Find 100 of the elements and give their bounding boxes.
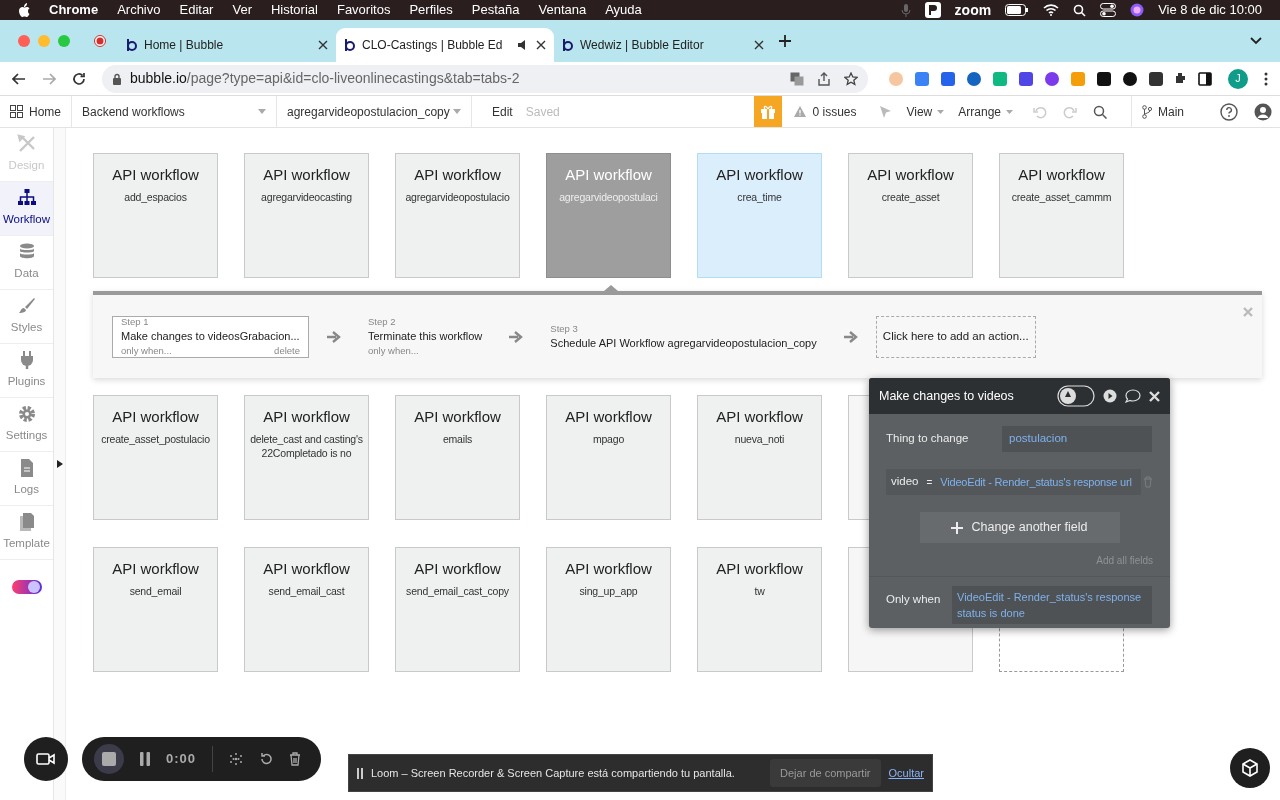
menu-item[interactable]: Favoritos bbox=[336, 0, 391, 20]
workflow-card[interactable]: API workflow sing_up_app bbox=[546, 547, 671, 672]
thing-field[interactable]: postulacion bbox=[1002, 426, 1152, 452]
share-icon[interactable] bbox=[818, 71, 831, 86]
clock[interactable]: Vie 8 de dic 10:00 bbox=[1158, 0, 1262, 20]
menu-item[interactable]: Archivo bbox=[117, 0, 161, 20]
side-panel-icon[interactable] bbox=[1198, 71, 1213, 86]
browser-tab[interactable]: Home | Bubble bbox=[118, 28, 336, 62]
help-button[interactable] bbox=[1230, 748, 1270, 788]
close-icon[interactable] bbox=[536, 40, 546, 50]
control-center-icon[interactable] bbox=[1100, 3, 1117, 17]
toggle-icon[interactable] bbox=[11, 579, 42, 595]
condition-link[interactable]: only when... bbox=[368, 344, 419, 359]
workflow-step[interactable]: Step 1 Make changes to videosGrabacion... only when... delete bbox=[112, 315, 309, 358]
battery-icon[interactable] bbox=[1005, 4, 1030, 16]
menu-item[interactable]: Chrome bbox=[49, 0, 99, 20]
field-assignment[interactable]: video = VideoEdit - Render_status's response url bbox=[886, 469, 1141, 495]
workflow-card[interactable]: API workflow agregarvideopostulacio bbox=[395, 153, 520, 278]
workflow-card[interactable]: API workflow emails bbox=[395, 395, 520, 520]
search-icon[interactable] bbox=[1073, 3, 1087, 17]
more-icon[interactable] bbox=[1264, 71, 1268, 86]
menu-item[interactable]: Editar bbox=[179, 0, 214, 20]
translate-icon[interactable] bbox=[790, 71, 805, 86]
stop-button[interactable] bbox=[94, 744, 124, 774]
pause-icon[interactable] bbox=[357, 767, 363, 779]
help-icon[interactable] bbox=[1220, 102, 1238, 121]
stop-sharing-button[interactable]: Dejar de compartir bbox=[770, 759, 881, 787]
browser-tab[interactable]: CLO-Castings | Bubble Ed bbox=[336, 28, 554, 62]
issues-button[interactable]: 0 issues bbox=[794, 102, 867, 121]
add-action-button[interactable]: Click here to add an action... bbox=[875, 315, 1036, 358]
workflow-type: API workflow bbox=[112, 559, 199, 579]
extension-icon[interactable] bbox=[1122, 70, 1139, 87]
save-status: Saved bbox=[525, 103, 560, 121]
close-icon[interactable] bbox=[754, 40, 764, 50]
workflow-card[interactable]: API workflow tw bbox=[697, 547, 822, 672]
new-tab-icon[interactable] bbox=[778, 34, 792, 48]
workflow-card[interactable]: API workflow crea_time bbox=[697, 153, 822, 278]
siri-icon[interactable] bbox=[1130, 3, 1145, 17]
arrange-menu[interactable]: Arrange bbox=[958, 102, 1013, 121]
extension-icon[interactable] bbox=[1148, 70, 1165, 87]
trash-icon[interactable] bbox=[289, 752, 302, 766]
extension-icon[interactable] bbox=[1096, 70, 1113, 87]
workflow-card[interactable]: API workflow nueva_noti bbox=[697, 395, 822, 520]
view-menu[interactable]: View bbox=[906, 102, 945, 121]
workflow-card[interactable]: API workflow mpago bbox=[546, 395, 671, 520]
edit-menu[interactable]: Edit bbox=[492, 102, 513, 121]
chevron-down-icon[interactable] bbox=[1250, 37, 1262, 45]
app-icon[interactable] bbox=[924, 2, 941, 18]
workflow-step[interactable]: Step 3 Schedule API Workflow agregarvideopostulacion_copy bbox=[541, 315, 826, 358]
record-tab-icon[interactable] bbox=[94, 35, 106, 47]
close-icon[interactable] bbox=[318, 40, 328, 50]
workflow-card[interactable]: API workflow send_email bbox=[93, 547, 218, 672]
workflow-card[interactable]: API workflow create_asset_cammm bbox=[999, 153, 1124, 278]
workflow-step[interactable]: Step 2 Terminate this workflow only when... bbox=[359, 315, 492, 358]
reload-icon[interactable] bbox=[72, 71, 86, 86]
menu-item[interactable]: Perfiles bbox=[409, 0, 453, 20]
microphone-icon[interactable] bbox=[900, 3, 911, 17]
plus-icon bbox=[951, 521, 964, 534]
hide-link[interactable]: Ocultar bbox=[888, 764, 924, 782]
play-icon[interactable] bbox=[1103, 389, 1117, 403]
wifi-icon[interactable] bbox=[1043, 4, 1060, 16]
workflow-card[interactable]: API workflow create_asset_postulacio bbox=[93, 395, 218, 520]
workflow-card[interactable]: API workflow create_asset bbox=[848, 153, 973, 278]
workflow-card[interactable]: API workflow send_email_cast_copy bbox=[395, 547, 520, 672]
pause-icon[interactable] bbox=[140, 752, 150, 766]
toggle-icon[interactable] bbox=[1057, 385, 1095, 407]
menu-item[interactable]: Pestaña bbox=[471, 0, 520, 20]
delete-link[interactable]: delete bbox=[274, 344, 300, 359]
browser-tab[interactable]: Wedwiz | Bubble Editor bbox=[554, 28, 772, 62]
menu-item[interactable]: Ayuda bbox=[605, 0, 642, 20]
restart-icon[interactable] bbox=[259, 752, 274, 766]
extension-icon[interactable] bbox=[1018, 70, 1035, 87]
address-bar[interactable]: bubble.io/page?type=api&id=clo-liveonlinecastings&tab=tabs-2 bbox=[102, 64, 869, 93]
home-button[interactable]: Home bbox=[0, 96, 72, 127]
workflow-card[interactable]: API workflow send_email_cast bbox=[244, 547, 369, 672]
workflow-dropdown[interactable]: agregarvideopostulacion_copy bbox=[277, 96, 472, 127]
dots-icon[interactable] bbox=[229, 752, 244, 766]
branch-button[interactable]: Main bbox=[1131, 96, 1214, 127]
menu-item[interactable]: Historial bbox=[270, 0, 318, 20]
arrow-icon bbox=[843, 330, 858, 343]
apple-icon[interactable] bbox=[18, 3, 30, 17]
expand-icon[interactable] bbox=[56, 460, 63, 468]
search-icon[interactable] bbox=[1093, 104, 1107, 119]
star-icon[interactable] bbox=[844, 71, 859, 86]
condition-link[interactable]: only when... bbox=[121, 344, 172, 359]
workflow-name: emails bbox=[441, 431, 474, 446]
condition-field[interactable]: VideoEdit - Render_status's response status is done bbox=[952, 586, 1152, 624]
sidebar-item[interactable]: Workflow bbox=[0, 182, 53, 236]
workflow-name: crea_time bbox=[736, 189, 783, 204]
menu-item[interactable]: Ver bbox=[232, 0, 252, 20]
status-item[interactable]: zoom bbox=[954, 0, 992, 21]
menu-item[interactable]: Ventana bbox=[538, 0, 587, 20]
workflow-card[interactable]: API workflow delete_cast and casting's 22Completado is no bbox=[244, 395, 369, 520]
change-field-button[interactable]: Change another field bbox=[919, 512, 1120, 543]
workflow-card[interactable]: API workflow agregarvideocasting bbox=[244, 153, 369, 278]
account-icon[interactable] bbox=[1254, 102, 1272, 121]
back-icon[interactable] bbox=[12, 72, 26, 85]
page-dropdown[interactable]: Backend workflows bbox=[72, 96, 277, 127]
comment-icon[interactable] bbox=[1125, 389, 1141, 403]
workflow-card[interactable]: API workflow add_espacios bbox=[93, 153, 218, 278]
